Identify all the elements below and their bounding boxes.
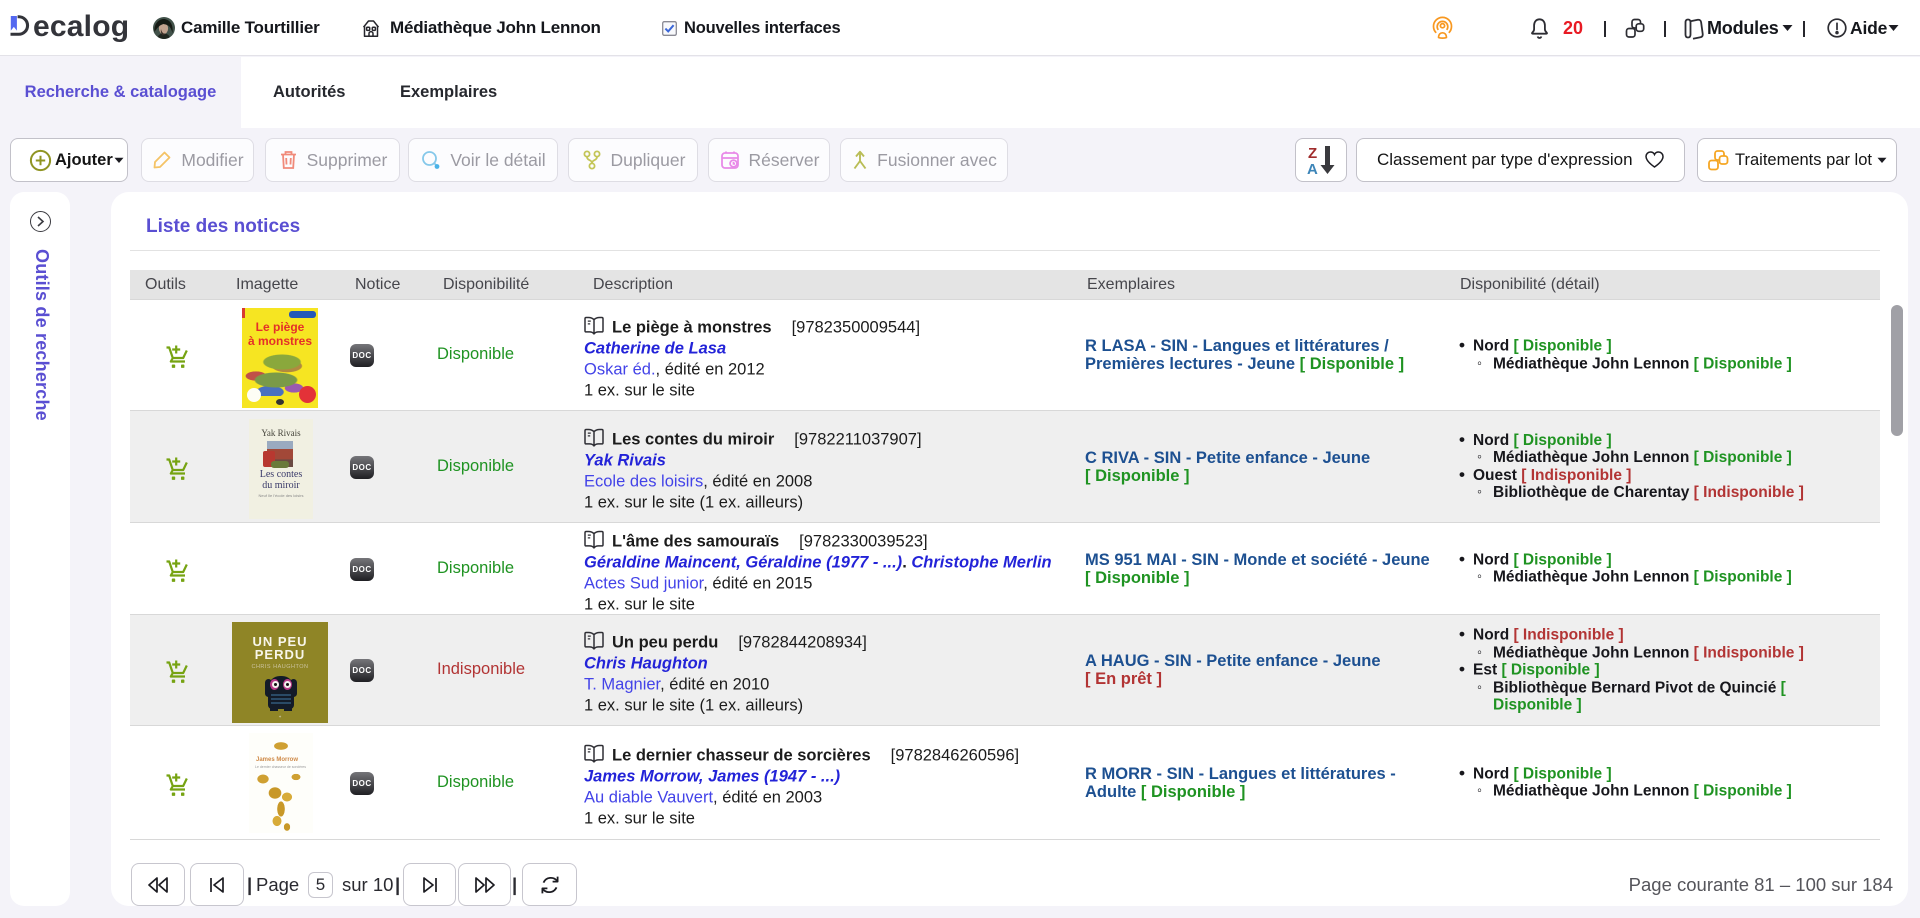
svg-text:A: A: [1307, 161, 1318, 177]
svg-text:Z: Z: [1308, 145, 1317, 162]
svg-text:ecalog: ecalog: [33, 10, 129, 43]
